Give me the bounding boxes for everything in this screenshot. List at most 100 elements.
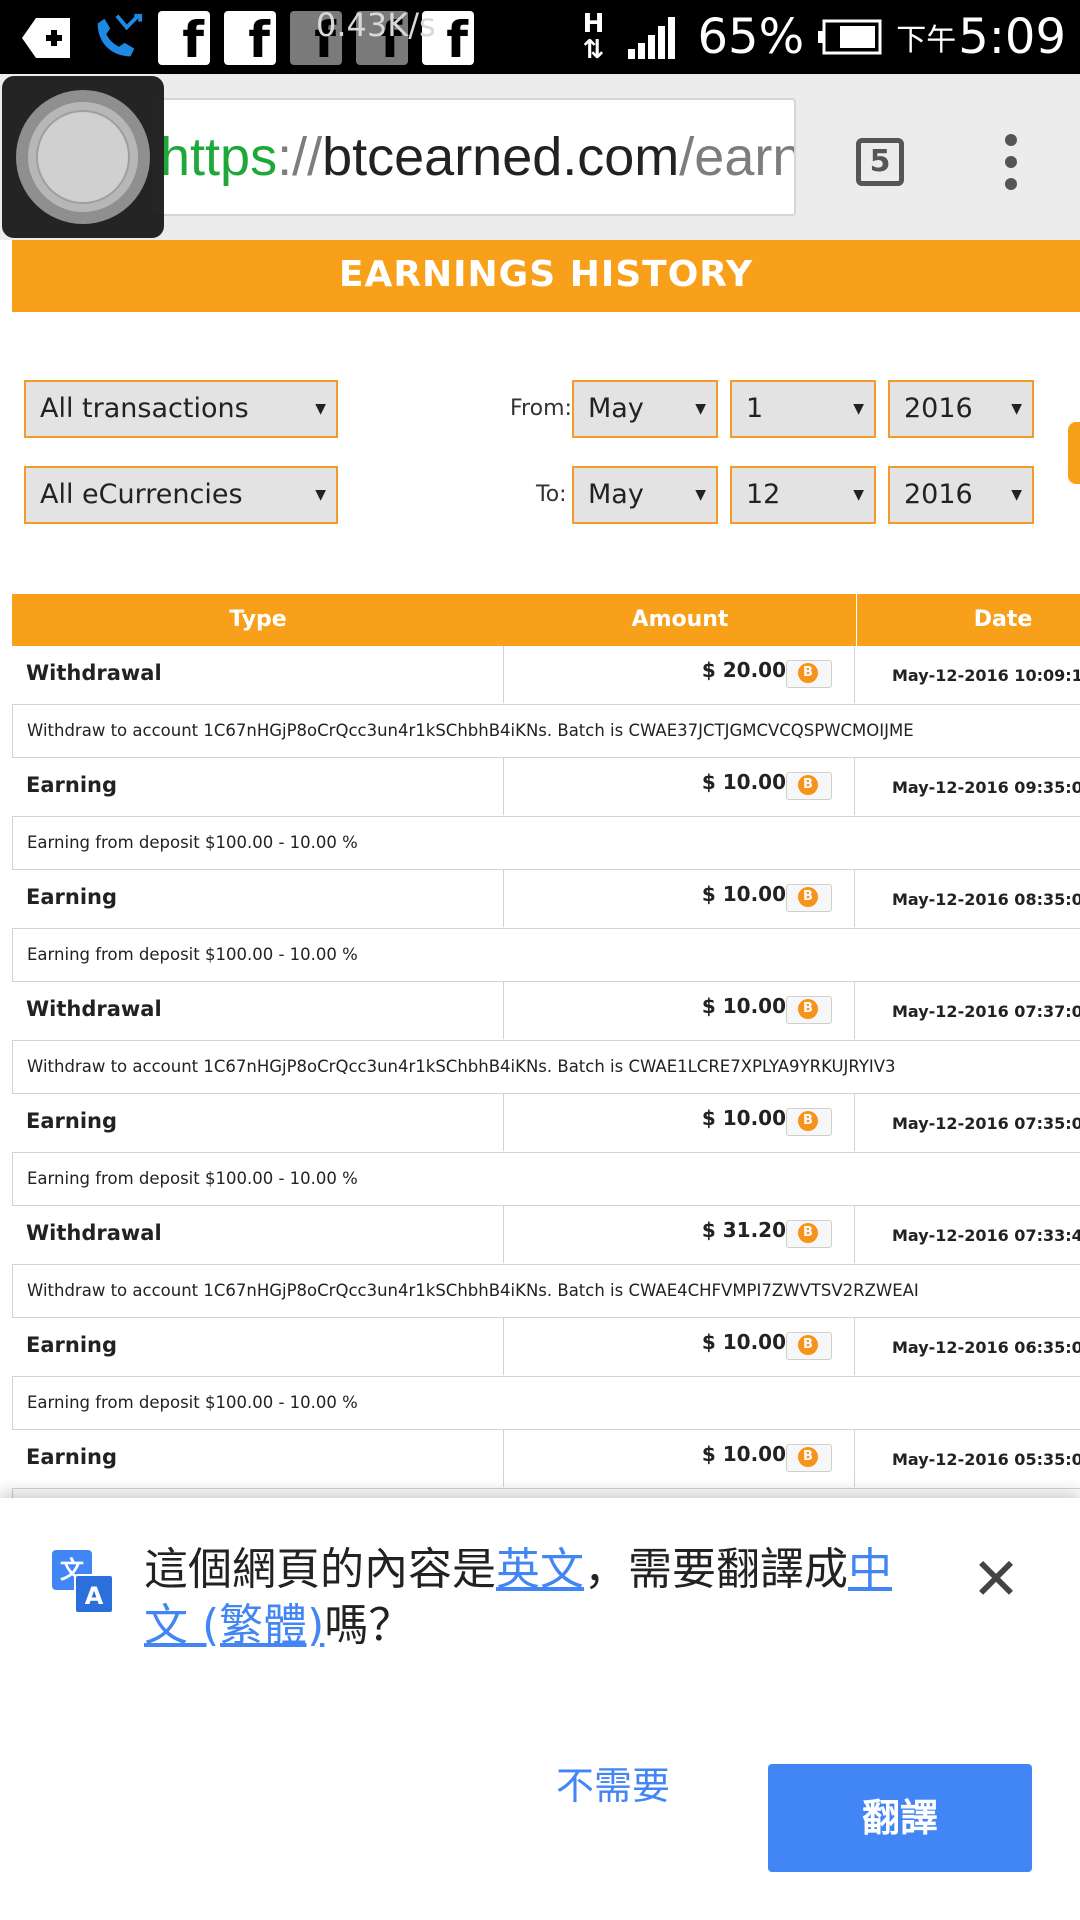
transaction-amount-cell: $ 20.00 B	[505, 646, 855, 703]
dropdown-arrow-icon: ▼	[315, 401, 326, 417]
ecurrency-select[interactable]: All eCurrencies ▼	[24, 466, 338, 524]
status-bar: f f f f f 0.43K/s H ⇅ 65% 下午 5:09	[0, 0, 1080, 74]
transaction-date: May-12-2016 08:35:03 AM	[892, 890, 1080, 909]
url-separator: ://	[277, 127, 323, 187]
web-page: EARNINGS HISTORY All transactions ▼ All e…	[0, 240, 1080, 1498]
column-header-date[interactable]: Date	[856, 594, 1080, 646]
close-icon[interactable]: ✕	[966, 1550, 1026, 1610]
tab-switcher-button[interactable]: 5	[856, 138, 904, 186]
transaction-date: May-12-2016 07:37:04 AM	[892, 1002, 1080, 1021]
transaction-amount-cell: $ 10.00 B	[505, 1318, 855, 1375]
table-row: Earning$ 10.00BMay-12-2016 06:35:03 AM	[12, 1318, 1080, 1377]
to-day-select[interactable]: 12 ▼	[730, 466, 876, 524]
transaction-amount-cell: $ 10.00 B	[505, 1430, 855, 1487]
from-day-select[interactable]: 1 ▼	[730, 380, 876, 438]
column-header-type[interactable]: Type	[12, 594, 504, 646]
net-speed: 0.43K/s	[316, 6, 436, 44]
table-header: Type Amount Date	[12, 594, 1080, 646]
source-language-link[interactable]: 英文	[496, 1544, 584, 1595]
transaction-description: Earning from deposit $100.00 - 10.00 %	[12, 929, 1080, 982]
assistive-touch-button[interactable]	[2, 76, 164, 238]
to-label: To:	[536, 482, 567, 507]
transaction-amount-cell: $ 10.00 B	[505, 870, 855, 927]
transaction-amount: $ 10.00	[701, 994, 786, 1018]
transaction-amount: $ 20.00	[701, 658, 786, 682]
table-row: Withdrawal$ 20.00BMay-12-2016 10:09:18 A…	[12, 646, 1080, 705]
translate-message-text: 嗎？	[324, 1600, 413, 1651]
translate-icon: 文 A	[52, 1550, 116, 1614]
table-row: Earning$ 10.00BMay-12-2016 09:35:03 AM	[12, 758, 1080, 817]
table-row: Earning$ 10.00BMay-12-2016 08:35:03 AM	[12, 870, 1080, 929]
transaction-date: May-12-2016 07:35:03 AM	[892, 1114, 1080, 1133]
transaction-amount: $ 10.00	[701, 882, 786, 906]
to-year-select[interactable]: 2016 ▼	[888, 466, 1034, 524]
url-scheme: https	[160, 127, 278, 187]
transaction-type: Withdrawal	[12, 1206, 504, 1263]
translate-button[interactable]: 翻譯	[768, 1764, 1032, 1872]
from-year-select[interactable]: 2016 ▼	[888, 380, 1034, 438]
transaction-description: Earning from deposit $100.00 - 10.00 %	[12, 1153, 1080, 1206]
table-row: Earning$ 10.00B May-12-2016 07:35:03 AM	[12, 1094, 1080, 1153]
facebook-icon: f	[224, 11, 276, 65]
transaction-type: Withdrawal	[12, 982, 504, 1039]
dropdown-arrow-icon: ▼	[853, 487, 864, 503]
transaction-type: Earning	[12, 1430, 504, 1487]
overflow-menu-icon[interactable]	[996, 134, 1026, 190]
translate-prompt: 文 A 這個網頁的內容是英文，需要翻譯成中文 (繁體)嗎？ ✕ 不需要 翻譯	[0, 1498, 1080, 1920]
transaction-amount: $ 10.00	[701, 1106, 786, 1130]
transaction-amount-cell: $ 10.00 B	[505, 758, 855, 815]
transaction-amount: $ 10.00	[701, 770, 786, 794]
bitcoin-icon: B	[786, 884, 832, 912]
to-month-select[interactable]: May ▼	[572, 466, 718, 524]
transaction-type: Earning	[12, 758, 504, 815]
transaction-type: Withdrawal	[12, 646, 504, 703]
table-row: Earning$ 10.00B May-12-2016 05:35:03 AM	[12, 1430, 1080, 1489]
bitcoin-icon: B	[786, 996, 832, 1024]
url-host: btcearned.com	[322, 127, 680, 187]
signal-icon	[627, 17, 675, 59]
transaction-type: Earning	[12, 1318, 504, 1375]
transaction-type-select[interactable]: All transactions ▼	[24, 380, 338, 438]
transaction-description: Earning from deposit $100.00 - 10.00 %	[12, 1489, 1080, 1498]
url-bar[interactable]: https://btcearned.com/earn	[150, 98, 796, 216]
assistant-icon	[18, 10, 74, 66]
dropdown-arrow-icon: ▼	[1011, 401, 1022, 417]
table-body: Withdrawal$ 20.00BMay-12-2016 10:09:18 A…	[12, 646, 1080, 1498]
bitcoin-icon: B	[786, 1220, 832, 1248]
missed-call-icon	[88, 10, 144, 66]
dropdown-arrow-icon: ▼	[695, 487, 706, 503]
transaction-amount: $ 31.20	[701, 1218, 786, 1242]
transaction-type: Earning	[12, 1094, 504, 1151]
from-label: From:	[510, 396, 572, 421]
table-row: Withdrawal $ 10.00B May-12-2016 07:37:04 A…	[12, 982, 1080, 1041]
translate-icon-glyph: A	[74, 1574, 114, 1614]
translate-message: 這個網頁的內容是英文，需要翻譯成中文 (繁體)嗎？	[144, 1542, 924, 1654]
bitcoin-icon: B	[786, 772, 832, 800]
url-path: /earn	[679, 127, 796, 187]
side-tab-button[interactable]	[1068, 422, 1080, 484]
table-row: Withdrawal$ 31.20BMay-12-2016 07:33:40 A…	[12, 1206, 1080, 1265]
from-month-select[interactable]: May ▼	[572, 380, 718, 438]
time-prefix: 下午	[896, 23, 957, 58]
bitcoin-icon: B	[786, 660, 832, 688]
transaction-amount-cell: $ 31.20 B	[505, 1206, 855, 1263]
dropdown-arrow-icon: ▼	[695, 401, 706, 417]
transaction-date: May-12-2016 05:35:03 AM	[892, 1450, 1080, 1469]
facebook-icon: f	[158, 11, 210, 65]
transaction-date: May-12-2016 09:35:03 AM	[892, 778, 1080, 797]
transaction-amount-cell: $ 10.00 B	[505, 1094, 855, 1151]
decline-translate-button[interactable]: 不需要	[548, 1756, 678, 1816]
transaction-date: May-12-2016 07:33:40 AM	[892, 1226, 1080, 1245]
transaction-amount: $ 10.00	[701, 1330, 786, 1354]
transaction-description: Withdraw to account 1C67nHGjP8oCrQcc3un4…	[12, 1041, 1080, 1094]
data-arrows-icon: H ⇅	[582, 9, 605, 65]
translate-message-text: 這個網頁的內容是	[144, 1544, 496, 1595]
dropdown-arrow-icon: ▼	[315, 487, 326, 503]
bitcoin-icon: B	[786, 1332, 832, 1360]
transaction-date: May-12-2016 10:09:18 AM	[892, 666, 1080, 685]
transaction-amount: $ 10.00	[701, 1442, 786, 1466]
column-header-amount[interactable]: Amount	[505, 594, 855, 646]
transaction-description: Earning from deposit $100.00 - 10.00 %	[12, 817, 1080, 870]
earnings-table: Type Amount Date Withdrawal $ 20.00 B May-1…	[12, 594, 1080, 1498]
transaction-description: Earning from deposit $100.00 - 10.00 %	[12, 1377, 1080, 1430]
